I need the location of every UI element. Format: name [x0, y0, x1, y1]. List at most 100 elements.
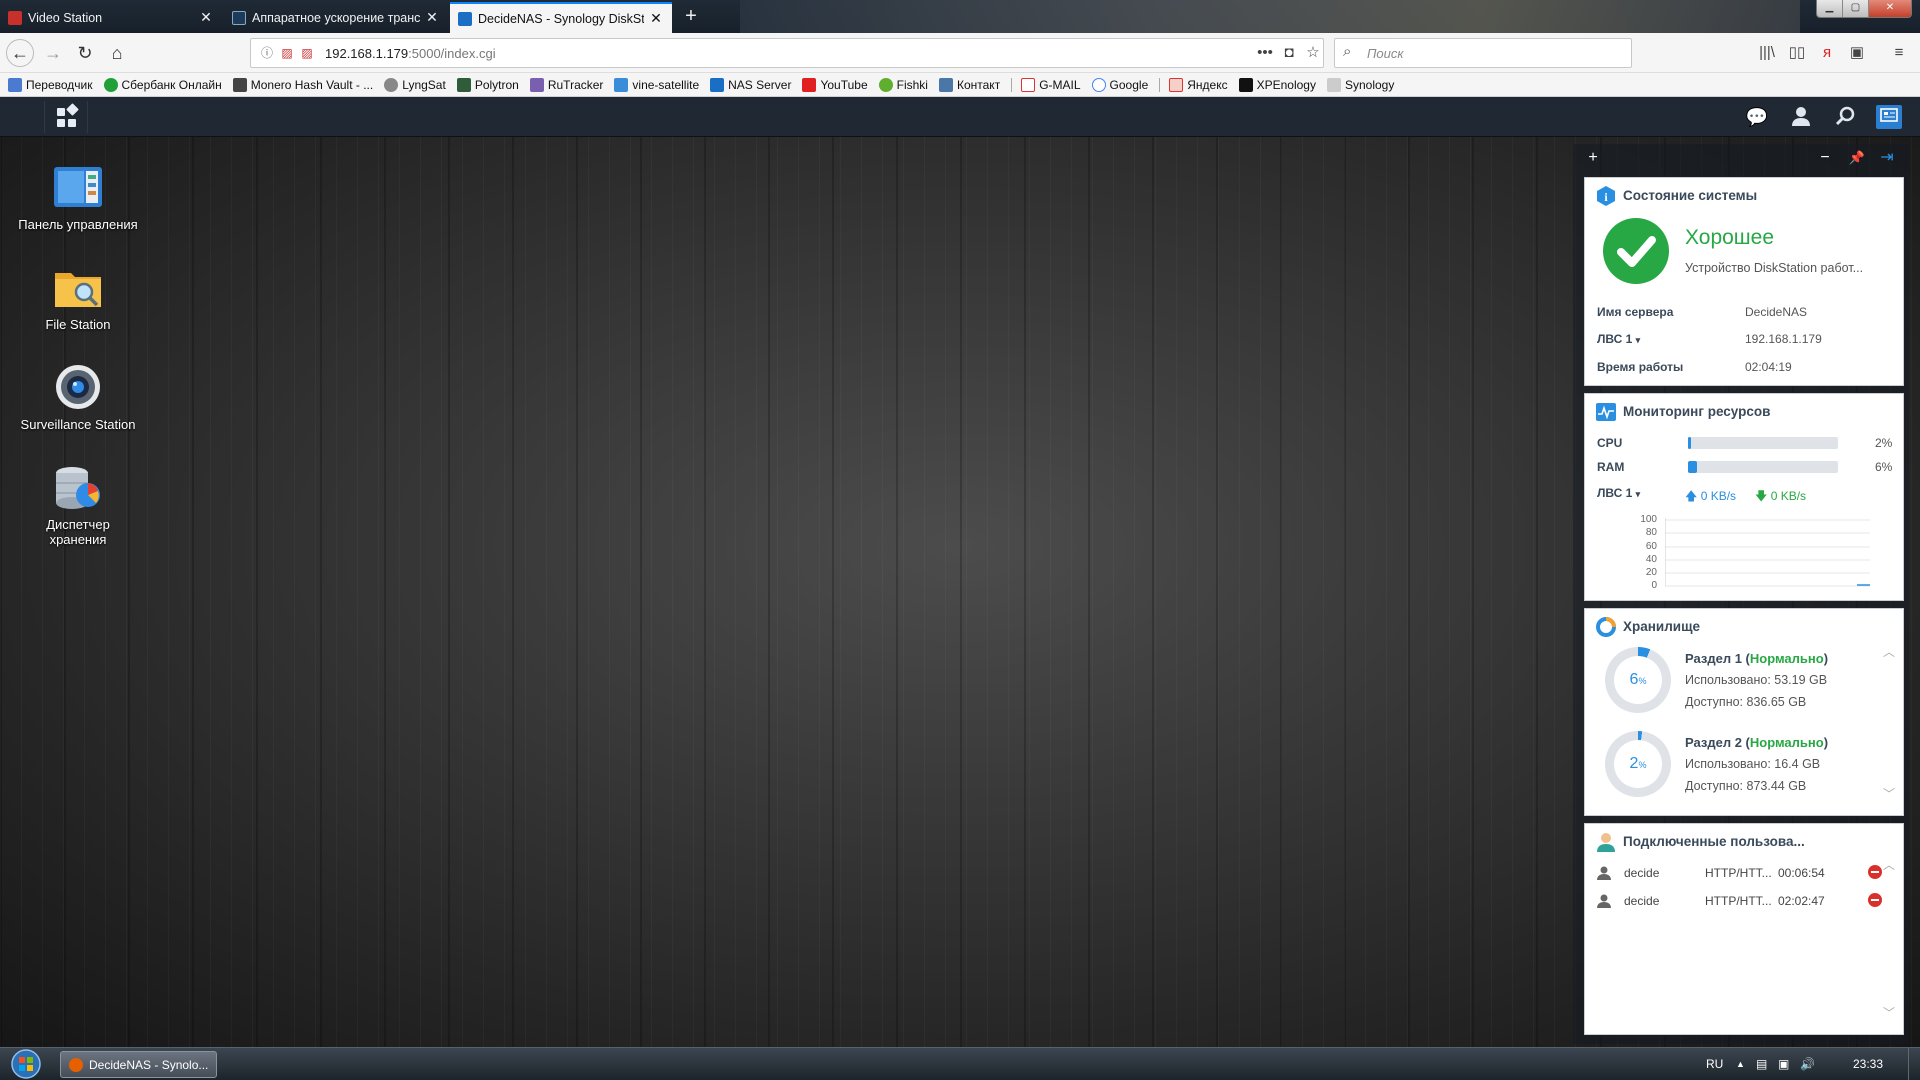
info-icon[interactable]: ⓘ — [259, 45, 275, 61]
yandex-icon — [1169, 77, 1184, 92]
y-tick-label: 40 — [1645, 554, 1657, 565]
tab-decidenas[interactable]: DecideNAS - Synology DiskSta ✕ — [450, 2, 672, 33]
back-button[interactable]: ← — [6, 39, 34, 67]
y-tick-label: 100 — [1640, 514, 1657, 525]
forward-button[interactable]: → — [40, 41, 66, 65]
permission-icon[interactable]: ▨ — [279, 45, 295, 61]
user-session-time: 00:06:54 — [1778, 866, 1825, 880]
start-button[interactable] — [6, 1048, 46, 1080]
tab-hw-acceleration[interactable]: Аппаратное ускорение транс ✕ — [224, 2, 448, 33]
y-tick-label: 20 — [1645, 567, 1657, 578]
add-widget-button[interactable]: + — [1583, 148, 1603, 168]
scroll-down-icon[interactable]: ﹀ — [1883, 1004, 1895, 1021]
user-name: decide — [1624, 866, 1660, 880]
network-icon[interactable]: ▣ — [1778, 1057, 1789, 1071]
bookmark-xpenology[interactable]: XPEnology — [1238, 77, 1316, 92]
library-icon[interactable]: |||\ — [1756, 42, 1778, 64]
widget-storage: Хранилище ︿ ﹀ 6% Раздел 1 (Нормально) Ис… — [1584, 608, 1904, 816]
close-icon[interactable]: ✕ — [424, 9, 440, 26]
bookmark-fishki[interactable]: Fishki — [878, 77, 928, 92]
extension-icon[interactable]: ▣ — [1846, 42, 1868, 64]
bookmark-google[interactable]: Google — [1091, 77, 1148, 92]
bookmark-polytron[interactable]: Polytron — [456, 77, 519, 92]
pocket-icon[interactable]: ◘ — [1279, 43, 1299, 63]
user-protocol: HTTP/HTT... — [1705, 866, 1772, 880]
desktop-icon-file-station[interactable]: File Station — [8, 263, 148, 332]
minimize-button[interactable]: ▁ — [1817, 0, 1843, 17]
storage-manager-icon — [52, 463, 104, 511]
video-station-icon — [8, 10, 22, 25]
bookmark-nas-server[interactable]: NAS Server — [710, 77, 791, 92]
reload-button[interactable]: ↻ — [72, 41, 98, 65]
search-icon[interactable] — [1832, 105, 1858, 129]
clock[interactable]: 23:33 — [1853, 1057, 1883, 1071]
download-rate-value: 0 KB/s — [1770, 489, 1807, 503]
bookmark-sberbank[interactable]: Сбербанк Онлайн — [103, 77, 222, 92]
bookmark-translator[interactable]: Переводчик — [8, 77, 93, 92]
caret-down-icon: ▾ — [1635, 335, 1641, 345]
user-icon[interactable] — [1788, 105, 1814, 129]
tab-video-station[interactable]: Video Station ✕ — [0, 2, 222, 33]
lan-selector[interactable]: ЛВС 1 ▾ — [1597, 486, 1640, 500]
maximize-button[interactable]: ▢ — [1843, 0, 1869, 17]
star-icon[interactable]: ☆ — [1303, 43, 1323, 63]
show-hidden-icons-button[interactable]: ▲ — [1736, 1059, 1745, 1069]
vk-icon — [938, 77, 953, 92]
y-tick-label: 0 — [1651, 580, 1657, 591]
close-window-button[interactable]: ✕ — [1869, 0, 1911, 17]
desktop-icon-label: Surveillance Station — [20, 417, 136, 432]
widgets-toggle-icon[interactable] — [1876, 105, 1902, 129]
bookmark-vk[interactable]: Контакт — [938, 77, 1000, 92]
new-tab-button[interactable]: + — [680, 4, 702, 28]
arrow-up-icon: 🡅 — [1685, 489, 1698, 503]
desktop-icon-control-panel[interactable]: Панель управления — [8, 163, 148, 232]
close-icon[interactable]: ✕ — [648, 10, 664, 27]
scroll-up-icon[interactable]: ︿ — [1883, 643, 1895, 660]
home-button[interactable]: ⌂ — [104, 41, 130, 65]
status-ok-icon — [1603, 218, 1669, 284]
scroll-down-icon[interactable]: ﹀ — [1883, 785, 1895, 802]
url-text[interactable]: 192.168.1.179:5000/index.cgi — [325, 46, 496, 61]
rutracker-icon — [529, 77, 544, 92]
tray-app-icon[interactable]: ▤ — [1756, 1057, 1767, 1071]
sidebar-icon[interactable]: ▯▯ — [1786, 42, 1808, 64]
collapse-widgets-button[interactable]: − — [1815, 148, 1835, 168]
translate-icon — [8, 77, 22, 92]
bookmark-synology[interactable]: Synology — [1326, 77, 1394, 92]
language-indicator[interactable]: RU — [1706, 1057, 1723, 1071]
magnifier — [1835, 106, 1855, 126]
disconnect-user-button[interactable] — [1868, 893, 1882, 907]
volume-status: Нормально — [1749, 735, 1824, 750]
system-status-text: Хорошее — [1685, 226, 1775, 249]
volume-icon[interactable]: 🔊 — [1800, 1057, 1815, 1071]
menu-icon[interactable]: ≡ — [1888, 42, 1910, 64]
desktop-icon-surveillance-station[interactable]: Surveillance Station — [8, 363, 148, 432]
hide-widgets-icon[interactable]: ⇥ — [1877, 148, 1897, 168]
bookmark-youtube[interactable]: YouTube — [802, 77, 868, 92]
desktop-icon-storage-manager[interactable]: Диспетчер хранения — [8, 463, 148, 547]
disconnect-user-button[interactable] — [1868, 865, 1882, 879]
yandex-icon[interactable]: я — [1816, 42, 1838, 64]
notifications-chat-icon[interactable]: 💬 — [1744, 105, 1770, 129]
bookmark-monero[interactable]: Monero Hash Vault - ... — [232, 77, 373, 92]
bookmark-lyngsat[interactable]: LyngSat — [384, 77, 446, 92]
bookmark-gmail[interactable]: G-MAIL — [1021, 77, 1081, 92]
widget-title: Мониторинг ресурсов — [1623, 404, 1771, 419]
connected-user-icon — [1595, 831, 1617, 853]
search-input[interactable]: ⌕ Поиск — [1334, 38, 1632, 68]
bookmark-yandex[interactable]: Яндекс — [1169, 77, 1228, 92]
bookmark-label: Fishki — [896, 77, 928, 92]
lan-selector[interactable]: ЛВС 1 ▾ — [1597, 332, 1640, 346]
address-bar[interactable]: ⓘ ▨ ▨ 192.168.1.179:5000/index.cgi ••• ◘… — [250, 38, 1324, 68]
main-menu-button[interactable] — [44, 101, 88, 133]
resource-monitor-icon — [1595, 401, 1617, 423]
bookmark-rutracker[interactable]: RuTracker — [529, 77, 603, 92]
insecure-lock-icon[interactable]: ▨ — [299, 45, 315, 61]
close-icon[interactable]: ✕ — [198, 9, 214, 26]
bookmark-vine-satellite[interactable]: vine-satellite — [614, 77, 699, 92]
taskbar-firefox-window[interactable]: DecideNAS - Synolo... — [60, 1051, 217, 1078]
uptime-value: 02:04:19 — [1745, 360, 1792, 374]
page-actions-icon[interactable]: ••• — [1255, 43, 1275, 63]
show-desktop-button[interactable] — [1908, 1048, 1920, 1080]
pin-icon[interactable]: 📌 — [1847, 148, 1867, 168]
